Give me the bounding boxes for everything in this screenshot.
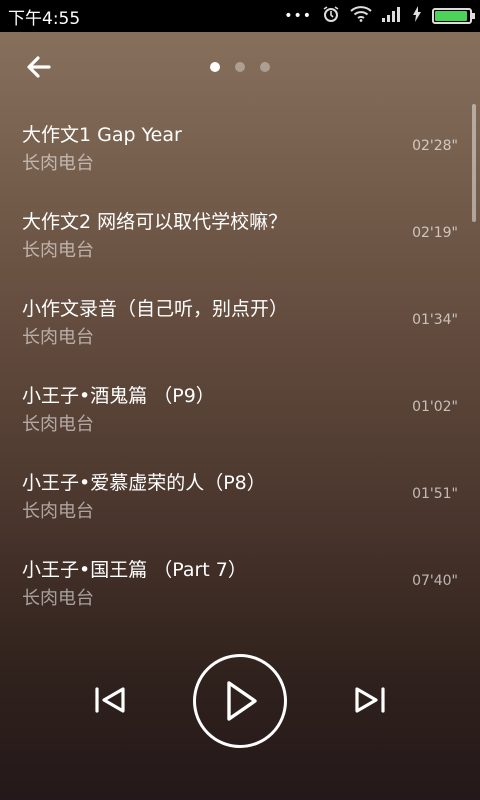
- track-duration: 01'51": [412, 486, 458, 502]
- list-item[interactable]: 小王子•酒鬼篇 （P9） 长肉电台 01'02": [0, 363, 480, 450]
- track-title: 小作文录音（自己听，别点开）: [22, 298, 289, 320]
- track-title: 小王子•酒鬼篇 （P9）: [22, 385, 215, 407]
- skip-previous-icon: [95, 687, 125, 713]
- track-artist: 长肉电台: [22, 153, 94, 174]
- wifi-icon: [350, 5, 372, 27]
- alarm-icon: [322, 5, 340, 28]
- track-artist: 长肉电台: [22, 588, 94, 609]
- battery-icon: [432, 8, 475, 24]
- list-item[interactable]: 小作文录音（自己听，别点开） 长肉电台 01'34": [0, 276, 480, 363]
- track-list: 大作文1 Gap Year 长肉电台 02'28" 大作文2 网络可以取代学校嘛…: [0, 102, 480, 624]
- top-bar: [0, 32, 480, 102]
- page-dot-1[interactable]: [210, 62, 220, 72]
- status-bar: 下午4:55 •••: [0, 0, 480, 32]
- play-button[interactable]: [193, 654, 287, 748]
- charging-icon: [412, 5, 422, 27]
- list-item[interactable]: 大作文1 Gap Year 长肉电台 02'28": [0, 102, 480, 189]
- track-duration: 01'02": [412, 399, 458, 415]
- track-artist: 长肉电台: [22, 501, 94, 522]
- arrow-left-icon: [27, 56, 51, 78]
- track-duration: 02'19": [412, 225, 458, 241]
- page-dot-2[interactable]: [235, 62, 245, 72]
- page-indicator: [210, 62, 270, 72]
- player-controls: [0, 650, 480, 750]
- track-duration: 01'34": [412, 312, 458, 328]
- play-icon: [227, 681, 257, 721]
- scrollbar[interactable]: [472, 104, 476, 222]
- track-duration: 02'28": [412, 138, 458, 154]
- next-button[interactable]: [352, 682, 388, 718]
- skip-next-icon: [355, 687, 385, 713]
- list-item[interactable]: 小王子•爱慕虚荣的人（P8） 长肉电台 01'51": [0, 450, 480, 537]
- track-title: 大作文2 网络可以取代学校嘛？: [22, 211, 288, 233]
- track-title: 大作文1 Gap Year: [22, 124, 182, 146]
- list-item[interactable]: 大作文2 网络可以取代学校嘛？ 长肉电台 02'19": [0, 189, 480, 276]
- status-time: 下午4:55: [8, 8, 81, 29]
- previous-button[interactable]: [92, 682, 128, 718]
- list-item[interactable]: 小王子•国王篇 （Part 7） 长肉电台 07'40": [0, 537, 480, 624]
- more-dots-icon: •••: [284, 8, 312, 24]
- track-title: 小王子•爱慕虚荣的人（P8）: [22, 472, 266, 494]
- track-artist: 长肉电台: [22, 327, 94, 348]
- status-icons: •••: [284, 5, 475, 28]
- signal-icon: [382, 6, 402, 27]
- track-artist: 长肉电台: [22, 414, 94, 435]
- back-button[interactable]: [24, 52, 54, 82]
- track-artist: 长肉电台: [22, 240, 94, 261]
- track-title: 小王子•国王篇 （Part 7）: [22, 559, 247, 581]
- track-duration: 07'40": [412, 573, 458, 589]
- page-dot-3[interactable]: [260, 62, 270, 72]
